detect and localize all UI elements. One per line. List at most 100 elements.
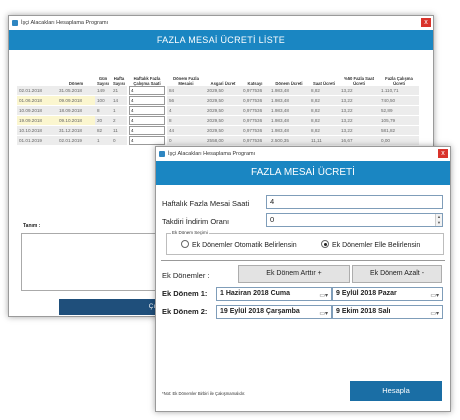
hours-cell[interactable]: 4 xyxy=(127,115,167,126)
table-row[interactable]: 19.09.2018 09.10.2018 20 2 4 8 2029,50 0,977536… xyxy=(17,115,419,126)
remove-period-button[interactable]: Ek Dönem Azalt - xyxy=(352,265,442,283)
table-cell-period-wage: 1.983,48 xyxy=(269,105,309,116)
radio-selected-icon xyxy=(321,240,329,248)
period2-end-picker[interactable]: 9 Ekim 2018 Salı ▭▾ xyxy=(332,305,443,319)
overtime-dialog: İşçi Alacakları Hesaplama Programı x FAZ… xyxy=(155,146,451,412)
table-cell-weeks: 1 xyxy=(111,105,127,116)
dialog-banner: FAZLA MESAİ ÜCRETİ xyxy=(156,161,450,185)
column-header: Haftalık Fazla Çalışma Saati xyxy=(133,76,161,86)
hesapla-button[interactable]: Hesapla xyxy=(350,381,442,401)
hours-cell[interactable]: 4 xyxy=(127,86,167,96)
table-cell-period-wage: 1.983,48 xyxy=(269,86,309,96)
period1-label: Ek Dönem 1: xyxy=(162,289,208,298)
table-row[interactable]: 01.01.2019 02.01.2019 1 0 4 0 2558,00 0,977536 2… xyxy=(17,135,419,146)
close-icon[interactable]: x xyxy=(438,149,448,158)
table-cell-min-wage: 2029,50 xyxy=(205,125,241,136)
hours-cell[interactable]: 4 xyxy=(127,125,167,136)
table-cell-hourly: 8,82 xyxy=(309,95,339,106)
calendar-icon[interactable]: ▭▾ xyxy=(319,290,328,302)
table-cell-coef: 0,977536 xyxy=(241,86,269,96)
close-icon[interactable]: x xyxy=(421,18,431,27)
table-row[interactable]: 10.09.2018 18.09.2018 8 1 4 4 2029,50 0,977536 1… xyxy=(17,105,419,116)
table-cell-days: 1 xyxy=(95,135,111,146)
period2-label: Ek Dönem 2: xyxy=(162,307,208,316)
add-period-button[interactable]: Ek Dönem Arttır + xyxy=(238,265,350,283)
calendar-icon[interactable]: ▭▾ xyxy=(319,308,328,320)
period1-start-picker[interactable]: 1 Haziran 2018 Cuma ▭▾ xyxy=(216,287,332,301)
table-cell-period-overtime: 4 xyxy=(167,105,205,116)
column-header: Fazla Çalışma Ücreti xyxy=(385,76,413,86)
table-cell-min-wage: 2558,00 xyxy=(205,135,241,146)
hours-cell[interactable]: 4 xyxy=(127,135,167,146)
table-cell-coef: 0,977536 xyxy=(241,115,269,126)
table-cell-end: 09.09.2018 xyxy=(57,95,95,106)
table-cell-start: 19.09.2018 xyxy=(17,115,57,126)
hours-cell[interactable]: 4 xyxy=(127,95,167,106)
table-cell-period-wage: 2.500,35 xyxy=(269,135,309,146)
table-cell-overtime-rate: 13,22 xyxy=(339,125,379,136)
table-cell-period-overtime: 0 xyxy=(167,135,205,146)
calendar-icon[interactable]: ▭▾ xyxy=(430,308,439,320)
table-cell-end: 31.05.2018 xyxy=(57,86,95,96)
table-cell-weeks: 0 xyxy=(111,135,127,146)
table-cell-start: 02.01.2018 xyxy=(17,86,57,96)
group-title: Ek Dönem Seçimi xyxy=(171,230,209,235)
table-cell-overtime-pay: 581,82 xyxy=(379,125,419,136)
table-cell-coef: 0,977536 xyxy=(241,125,269,136)
period1-end-picker[interactable]: 9 Eylül 2018 Pazar ▭▾ xyxy=(332,287,443,301)
divider xyxy=(161,260,445,261)
table-cell-period-overtime: 44 xyxy=(167,125,205,136)
table-cell-min-wage: 2029,50 xyxy=(205,86,241,96)
column-header: Gün Sayısı xyxy=(96,76,110,86)
column-header: %50 Fazla Saat Ücreti xyxy=(343,76,375,86)
period2-start-value: 19 Eylül 2018 Çarşamba xyxy=(220,308,300,315)
hours-cell-input[interactable]: 4 xyxy=(129,96,165,105)
table-cell-overtime-pay: 52,89 xyxy=(379,105,419,116)
hours-cell-input[interactable]: 4 xyxy=(129,116,165,125)
column-header: Saat Ücreti xyxy=(313,81,335,86)
table-cell-days: 82 xyxy=(95,125,111,136)
period1-end-value: 9 Eylül 2018 Pazar xyxy=(336,290,397,297)
table-cell-period-overtime: 56 xyxy=(167,95,205,106)
table-cell-days: 8 xyxy=(95,105,111,116)
hours-cell-input[interactable]: 4 xyxy=(129,126,165,135)
table-cell-weeks: 2 xyxy=(111,115,127,126)
column-header: Dönem Ücreti xyxy=(275,81,303,86)
radio-auto[interactable]: Ek Dönemler Otomatik Belirlensin xyxy=(181,240,297,249)
hours-cell-input[interactable]: 4 xyxy=(129,106,165,115)
table-row[interactable]: 10.10.2018 31.12.2018 82 11 4 44 2029,50 0,9775… xyxy=(17,125,419,136)
column-header: Dönem xyxy=(68,81,84,86)
period2-start-picker[interactable]: 19 Eylül 2018 Çarşamba ▭▾ xyxy=(216,305,332,319)
column-header: Katsayı xyxy=(247,81,263,86)
radio-manual[interactable]: Ek Dönemler Elle Belirlensin xyxy=(321,240,420,249)
discount-rate-input[interactable]: 0 ▲ ▼ xyxy=(266,213,443,227)
table-cell-overtime-rate: 13,22 xyxy=(339,95,379,106)
table-cell-overtime-rate: 13,22 xyxy=(339,86,379,96)
table-cell-start: 10.09.2018 xyxy=(17,105,57,116)
column-header: Hafta Sayısı xyxy=(112,76,126,86)
table-cell-overtime-pay: 105,79 xyxy=(379,115,419,126)
period1-start-value: 1 Haziran 2018 Cuma xyxy=(220,290,291,297)
table-header-row: Dönem Gün Sayısı Hafta Sayısı Haftalık Fazl… xyxy=(17,68,419,86)
note-text: *Not: Ek Dönemler Birbiri ile Çakışmamal… xyxy=(162,391,246,396)
table-cell-overtime-pay: 0,00 xyxy=(379,135,419,146)
table-cell-coef: 0,977536 xyxy=(241,105,269,116)
table-row[interactable]: 02.01.2018 31.05.2018 149 21 4 84 2029,50 0,977… xyxy=(17,86,419,96)
column-header: Asgari Ücret xyxy=(210,81,236,86)
table-cell-overtime-rate: 13,22 xyxy=(339,115,379,126)
table-cell-days: 149 xyxy=(95,86,111,96)
radio-auto-label: Ek Dönemler Otomatik Belirlensin xyxy=(192,242,297,249)
table-cell-overtime-pay: 1.110,71 xyxy=(379,86,419,96)
weekly-hours-input[interactable]: 4 xyxy=(266,195,443,209)
table-row[interactable]: 01.06.2018 09.09.2018 100 14 4 56 2029,50 0,977… xyxy=(17,95,419,106)
app-icon xyxy=(159,151,165,157)
calendar-icon[interactable]: ▭▾ xyxy=(430,290,439,302)
table-cell-start: 01.01.2019 xyxy=(17,135,57,146)
table-cell-end: 18.09.2018 xyxy=(57,105,95,116)
hours-cell-input[interactable]: 4 xyxy=(129,86,165,95)
list-window-title: İşçi Alacakları Hesaplama Programı xyxy=(21,20,109,26)
hours-cell-input[interactable]: 4 xyxy=(129,136,165,145)
spinner-icon[interactable]: ▲ ▼ xyxy=(435,214,442,226)
table-cell-period-wage: 1.983,48 xyxy=(269,115,309,126)
hours-cell[interactable]: 4 xyxy=(127,105,167,116)
